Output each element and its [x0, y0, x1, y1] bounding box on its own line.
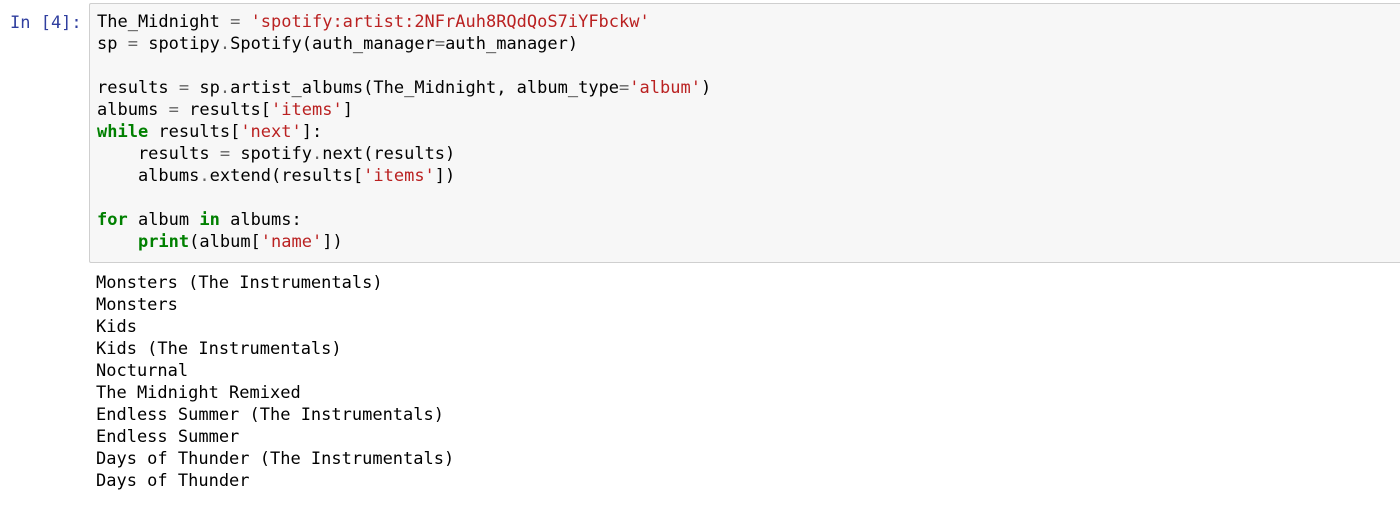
code-token: =: [230, 12, 241, 32]
code-token: ]:: [301, 122, 323, 142]
output-line: Endless Summer (The Instrumentals): [96, 405, 444, 425]
code-line[interactable]: for album in albums:: [97, 209, 711, 231]
code-token: albums: [97, 100, 169, 120]
code-line[interactable]: results = sp.artist_albums(The_Midnight,…: [97, 77, 711, 99]
code-token: 'name': [260, 232, 323, 252]
code-token: =: [127, 34, 138, 54]
code-token: results: [97, 78, 179, 98]
code-token: 'spotify:artist:2NFrAuh8RQdQoS7iYFbckw': [250, 12, 650, 32]
code-token: 'next': [240, 122, 302, 142]
output-line: Kids: [96, 317, 137, 337]
code-token: print: [137, 232, 190, 252]
output-line: Monsters: [96, 295, 178, 315]
code-token: 'album': [629, 78, 701, 98]
code-token: extend(results[: [209, 166, 364, 186]
output-line: Kids (The Instrumentals): [96, 339, 342, 359]
code-line[interactable]: [97, 55, 711, 77]
code-token: spotify: [230, 144, 312, 164]
code-token: .: [219, 34, 231, 54]
code-token: .: [311, 144, 323, 164]
code-token: (album[: [189, 232, 261, 252]
code-line[interactable]: albums.extend(results['items']): [97, 165, 711, 187]
code-token: =: [178, 78, 190, 98]
output-line: Days of Thunder (The Instrumentals): [96, 449, 455, 469]
code-token: sp: [189, 78, 220, 98]
code-token: results[: [178, 100, 272, 120]
code-line[interactable]: while results['next']:: [97, 121, 711, 143]
code-token: albums:: [219, 210, 302, 230]
code-line[interactable]: The_Midnight = 'spotify:artist:2NFrAuh8R…: [97, 11, 711, 33]
code-editor[interactable]: The_Midnight = 'spotify:artist:2NFrAuh8R…: [89, 3, 1400, 263]
code-token: spotipy: [137, 34, 220, 54]
code-token: 'items': [271, 100, 343, 120]
code-token: auth_manager): [445, 34, 579, 54]
code-token: =: [619, 78, 630, 98]
code-line[interactable]: print(album['name']): [97, 231, 711, 253]
code-token: ): [700, 78, 712, 98]
output-line: Days of Thunder: [96, 471, 250, 491]
code-token: 'items': [363, 166, 435, 186]
code-line[interactable]: [97, 187, 711, 209]
cell-output: Monsters (The Instrumentals) Monsters Kids…: [96, 272, 454, 492]
code-token: album: [127, 210, 200, 230]
code-token: sp: [97, 34, 128, 54]
code-token: =: [168, 100, 179, 120]
code-token: artist_albums(The_Midnight, album_type: [230, 78, 620, 98]
code-token: in: [199, 210, 220, 230]
input-prompt: In [4]:: [10, 13, 82, 33]
code-token: results: [97, 144, 220, 164]
output-line: Nocturnal: [96, 361, 189, 381]
code-token: Spotify(auth_manager: [230, 34, 435, 54]
code-line[interactable]: sp = spotipy.Spotify(auth_manager=auth_m…: [97, 33, 711, 55]
code-line[interactable]: results = spotify.next(results): [97, 143, 711, 165]
code-token: .: [219, 78, 231, 98]
output-line: Monsters (The Instrumentals): [96, 273, 383, 293]
code-token: =: [219, 144, 231, 164]
code-token: albums: [97, 166, 200, 186]
code-token: results[: [148, 122, 241, 142]
code-token: ]): [322, 232, 343, 252]
code-block[interactable]: The_Midnight = 'spotify:artist:2NFrAuh8R…: [97, 11, 711, 253]
code-token: next(results): [322, 144, 456, 164]
code-token: =: [434, 34, 446, 54]
code-token: for: [97, 210, 128, 230]
code-token: while: [97, 122, 149, 142]
code-token: ]: [342, 100, 353, 120]
output-line: Endless Summer: [96, 427, 240, 447]
notebook-cell: In [4]: The_Midnight = 'spotify:artist:2…: [0, 0, 1400, 509]
output-line: The Midnight Remixed: [96, 383, 301, 403]
code-token: The_Midnight: [97, 12, 231, 32]
code-token: .: [199, 166, 210, 186]
code-token: ]): [434, 166, 456, 186]
code-line[interactable]: albums = results['items']: [97, 99, 711, 121]
